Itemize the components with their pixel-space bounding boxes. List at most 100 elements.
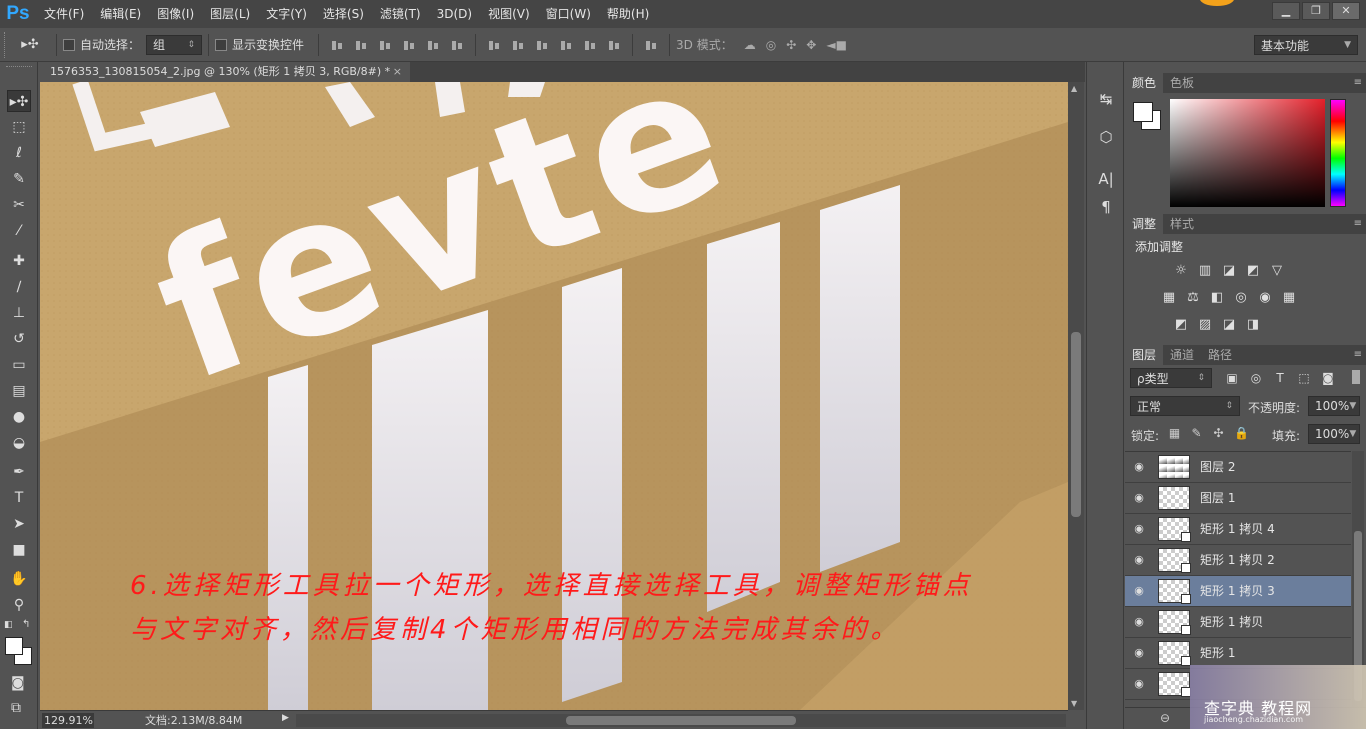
photo-filter-icon[interactable]: ◎ [1233, 291, 1249, 305]
channel-mixer-icon[interactable]: ◉ [1257, 291, 1273, 305]
3d-properties-icon[interactable]: ⬡ [1097, 128, 1115, 146]
menu-item[interactable]: 窗口(W) [538, 0, 599, 28]
swap-colors-icon[interactable]: ↰ [22, 619, 30, 630]
filter-shape-icon[interactable]: ⬚ [1297, 371, 1311, 385]
history-brush-tool-icon[interactable]: ↺ [7, 328, 31, 350]
eyedropper-tool-icon[interactable]: ⁄ [7, 220, 31, 242]
lock-position-icon[interactable]: ✣ [1212, 427, 1225, 440]
close-button[interactable]: ✕ [1332, 2, 1360, 20]
lock-all-icon[interactable]: 🔒 [1234, 427, 1249, 440]
filter-type-icon[interactable]: T [1273, 371, 1287, 385]
gradient-map-icon[interactable]: ◨ [1245, 318, 1261, 332]
color-balance-icon[interactable]: ⚖ [1185, 291, 1201, 305]
rectangle-tool-icon[interactable]: ■ [7, 539, 31, 561]
color-picker-field[interactable] [1170, 99, 1325, 207]
close-tab-icon[interactable]: × [393, 62, 402, 82]
align-bottom-icon[interactable] [378, 38, 392, 52]
default-colors-icon[interactable]: ◧ [4, 620, 13, 630]
distribute-bottom-icon[interactable] [535, 38, 549, 52]
align-right-icon[interactable] [450, 38, 464, 52]
layer-kind-filter[interactable]: ρ类型 ⇕ [1130, 368, 1212, 388]
invert-icon[interactable]: ◩ [1173, 318, 1189, 332]
layer-row[interactable]: ◉ 图层 1 [1125, 483, 1351, 514]
tab-styles[interactable]: 样式 [1163, 214, 1201, 234]
panel-menu-icon[interactable]: ≡ [1354, 77, 1362, 88]
distribute-left-icon[interactable] [559, 38, 573, 52]
filter-adjust-icon[interactable]: ◎ [1249, 371, 1263, 385]
foreground-color-swatch[interactable] [5, 637, 23, 655]
lock-transparent-icon[interactable]: ▦ [1168, 427, 1181, 440]
vibrance-icon[interactable]: ▽ [1269, 264, 1285, 278]
fill-field[interactable]: 100% ▼ [1308, 424, 1360, 444]
tab-swatches[interactable]: 色板 [1163, 73, 1201, 93]
dodge-tool-icon[interactable]: ◒ [7, 432, 31, 454]
filter-toggle[interactable] [1352, 370, 1360, 384]
slide-3d-icon[interactable]: ✥ [806, 38, 816, 52]
document-tab[interactable]: 1576353_130815054_2.jpg @ 130% (矩形 1 拷贝 … [40, 62, 410, 82]
layer-row[interactable]: ◉ 矩形 1 拷贝 [1125, 607, 1351, 638]
tab-layers[interactable]: 图层 [1125, 345, 1164, 365]
panel-menu-icon[interactable]: ≡ [1354, 218, 1362, 229]
healing-tool-icon[interactable]: ✚ [7, 250, 31, 272]
menu-item[interactable]: 图像(I) [149, 0, 202, 28]
layer-row[interactable]: ◉ 矩形 1 拷贝 4 [1125, 514, 1351, 545]
type-tool-icon[interactable]: T [7, 487, 31, 509]
minimize-button[interactable]: ▁ [1272, 2, 1300, 20]
eye-icon[interactable]: ◉ [1132, 460, 1146, 474]
zoom-tool-icon[interactable]: ⚲ [7, 594, 31, 616]
eye-icon[interactable]: ◉ [1132, 646, 1146, 660]
panel-menu-icon[interactable]: ≡ [1354, 349, 1362, 360]
threshold-icon[interactable]: ◪ [1221, 318, 1237, 332]
link-layers-icon[interactable]: ⊖ [1160, 711, 1170, 725]
paragraph-icon[interactable]: ¶ [1097, 198, 1115, 216]
show-transform-checkbox[interactable] [215, 38, 228, 51]
blend-mode-dropdown[interactable]: 正常 ⇕ [1130, 396, 1240, 416]
eye-icon[interactable]: ◉ [1132, 553, 1146, 567]
align-hcenter-icon[interactable] [426, 38, 440, 52]
eye-icon[interactable]: ◉ [1132, 677, 1146, 691]
lock-image-icon[interactable]: ✎ [1190, 427, 1203, 440]
pen-tool-icon[interactable]: ✒ [7, 461, 31, 483]
quick-mask-icon[interactable]: ◙ [11, 675, 25, 691]
brightness-icon[interactable]: ☼ [1173, 264, 1189, 278]
distribute-right-icon[interactable] [607, 38, 621, 52]
color-fg-swatch[interactable] [1133, 102, 1153, 122]
history-icon[interactable]: ↹ [1097, 90, 1115, 108]
scroll-down-icon[interactable]: ▼ [1071, 699, 1077, 708]
canvas-horizontal-scrollbar[interactable] [296, 714, 1066, 727]
scroll-thumb[interactable] [1071, 332, 1081, 517]
stamp-tool-icon[interactable]: ⊥ [7, 302, 31, 324]
align-vcenter-icon[interactable] [354, 38, 368, 52]
layer-row[interactable]: ◉ 矩形 1 拷贝 2 [1125, 545, 1351, 576]
scroll-thumb[interactable] [566, 716, 796, 725]
color-lookup-icon[interactable]: ▦ [1281, 291, 1297, 305]
document-canvas[interactable]: fevte 6.选择矩形工具拉一个矩形，选择直接选择工具，调整矩形锚点 与文字对… [40, 82, 1068, 710]
levels-icon[interactable]: ▥ [1197, 264, 1213, 278]
tab-paths[interactable]: 路径 [1201, 345, 1239, 365]
menu-item[interactable]: 选择(S) [315, 0, 372, 28]
roll-3d-icon[interactable]: ◎ [766, 38, 776, 52]
curves-icon[interactable]: ◪ [1221, 264, 1237, 278]
character-icon[interactable]: A| [1097, 170, 1115, 188]
hue-saturation-icon[interactable]: ▦ [1161, 291, 1177, 305]
lasso-tool-icon[interactable]: ℓ [7, 142, 31, 164]
tool-preset-icon[interactable]: ▸✣ [10, 37, 50, 52]
eye-icon[interactable]: ◉ [1132, 584, 1146, 598]
eraser-tool-icon[interactable]: ▭ [7, 354, 31, 376]
distribute-vcenter-icon[interactable] [511, 38, 525, 52]
menu-item[interactable]: 滤镜(T) [372, 0, 429, 28]
crop-tool-icon[interactable]: ✂ [7, 194, 31, 216]
eye-icon[interactable]: ◉ [1132, 615, 1146, 629]
toolbar-grip[interactable] [6, 66, 32, 70]
align-left-icon[interactable] [402, 38, 416, 52]
distribute-top-icon[interactable] [487, 38, 501, 52]
marquee-tool-icon[interactable]: ⬚ [7, 116, 31, 138]
hue-slider[interactable] [1330, 99, 1346, 207]
restore-button[interactable]: ❐ [1302, 2, 1330, 20]
gradient-tool-icon[interactable]: ▤ [7, 380, 31, 402]
tab-adjustments[interactable]: 调整 [1125, 214, 1164, 234]
layer-row[interactable]: ◉ 矩形 1 拷贝 3 [1125, 576, 1351, 607]
align-top-icon[interactable] [330, 38, 344, 52]
status-menu-icon[interactable]: ▶ [282, 713, 289, 723]
menu-item[interactable]: 3D(D) [429, 0, 480, 28]
